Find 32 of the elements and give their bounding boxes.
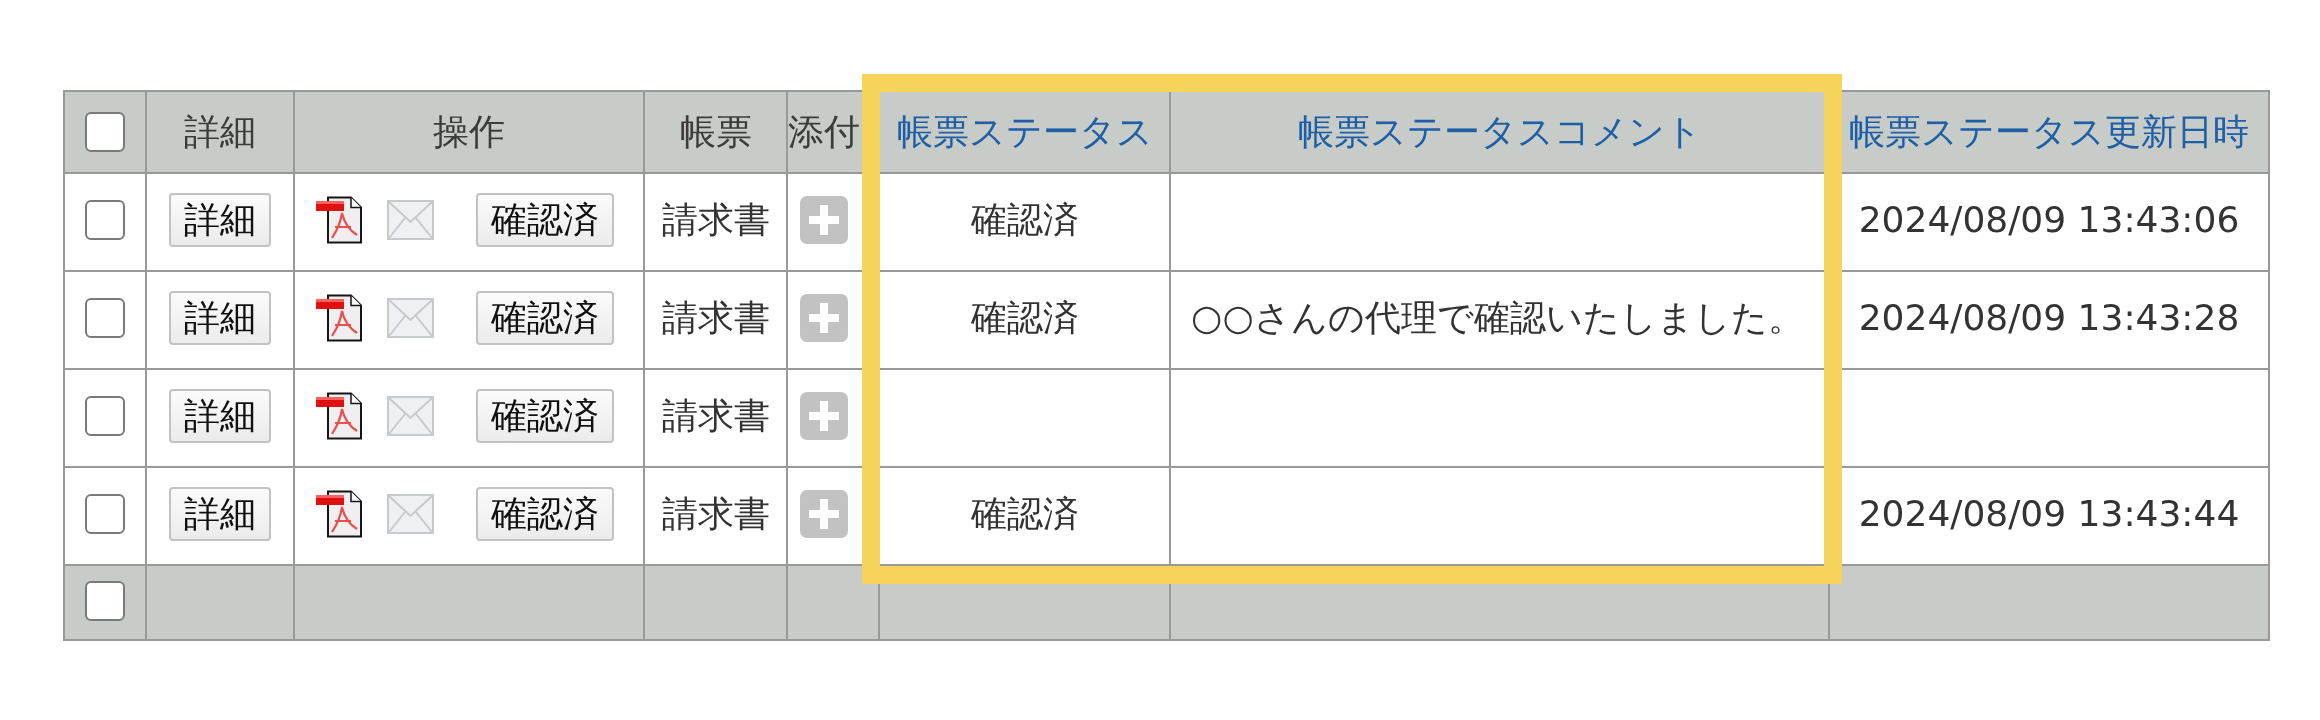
confirm-button[interactable]: 確認済 (476, 193, 614, 247)
row-checkbox[interactable] (85, 396, 125, 436)
column-header[interactable]: 帳票ステータス (896, 110, 1153, 154)
row-checkbox[interactable] (85, 200, 125, 240)
details-button[interactable]: 詳細 (169, 193, 271, 247)
row-checkbox[interactable] (85, 298, 125, 338)
column-header: 詳細 (184, 110, 256, 154)
details-button[interactable]: 詳細 (169, 389, 271, 443)
column-header: 帳票 (679, 110, 752, 154)
status-text: 確認済 (970, 296, 1079, 340)
column-header[interactable]: 帳票ステータスコメント (1297, 110, 1702, 154)
confirm-button[interactable]: 確認済 (476, 487, 614, 541)
timestamp-text: 2024/08/09 13:43:06 (1858, 198, 2240, 242)
column-header[interactable]: 帳票ステータス更新日時 (1849, 110, 2249, 154)
row-checkbox[interactable] (85, 494, 125, 534)
row-checkbox[interactable] (85, 580, 125, 621)
confirm-button[interactable]: 確認済 (476, 389, 614, 443)
form-type-text: 請求書 (661, 198, 770, 242)
timestamp-text: 2024/08/09 13:43:28 (1858, 296, 2240, 340)
status-text: 確認済 (970, 198, 1079, 242)
column-header: 操作 (433, 110, 505, 154)
form-type-text: 請求書 (661, 492, 770, 536)
form-type-text: 請求書 (661, 296, 770, 340)
timestamp-text: 2024/08/09 13:43:44 (1858, 492, 2240, 536)
details-button[interactable]: 詳細 (169, 291, 271, 345)
confirm-button[interactable]: 確認済 (476, 291, 614, 345)
select-all-checkbox[interactable] (85, 112, 125, 152)
details-button[interactable]: 詳細 (169, 487, 271, 541)
comment-text: ○○さんの代理で確認いたしました。 (1191, 296, 1804, 340)
form-type-text: 請求書 (661, 394, 770, 438)
status-text: 確認済 (970, 492, 1079, 536)
column-header: 添付 (788, 110, 860, 154)
